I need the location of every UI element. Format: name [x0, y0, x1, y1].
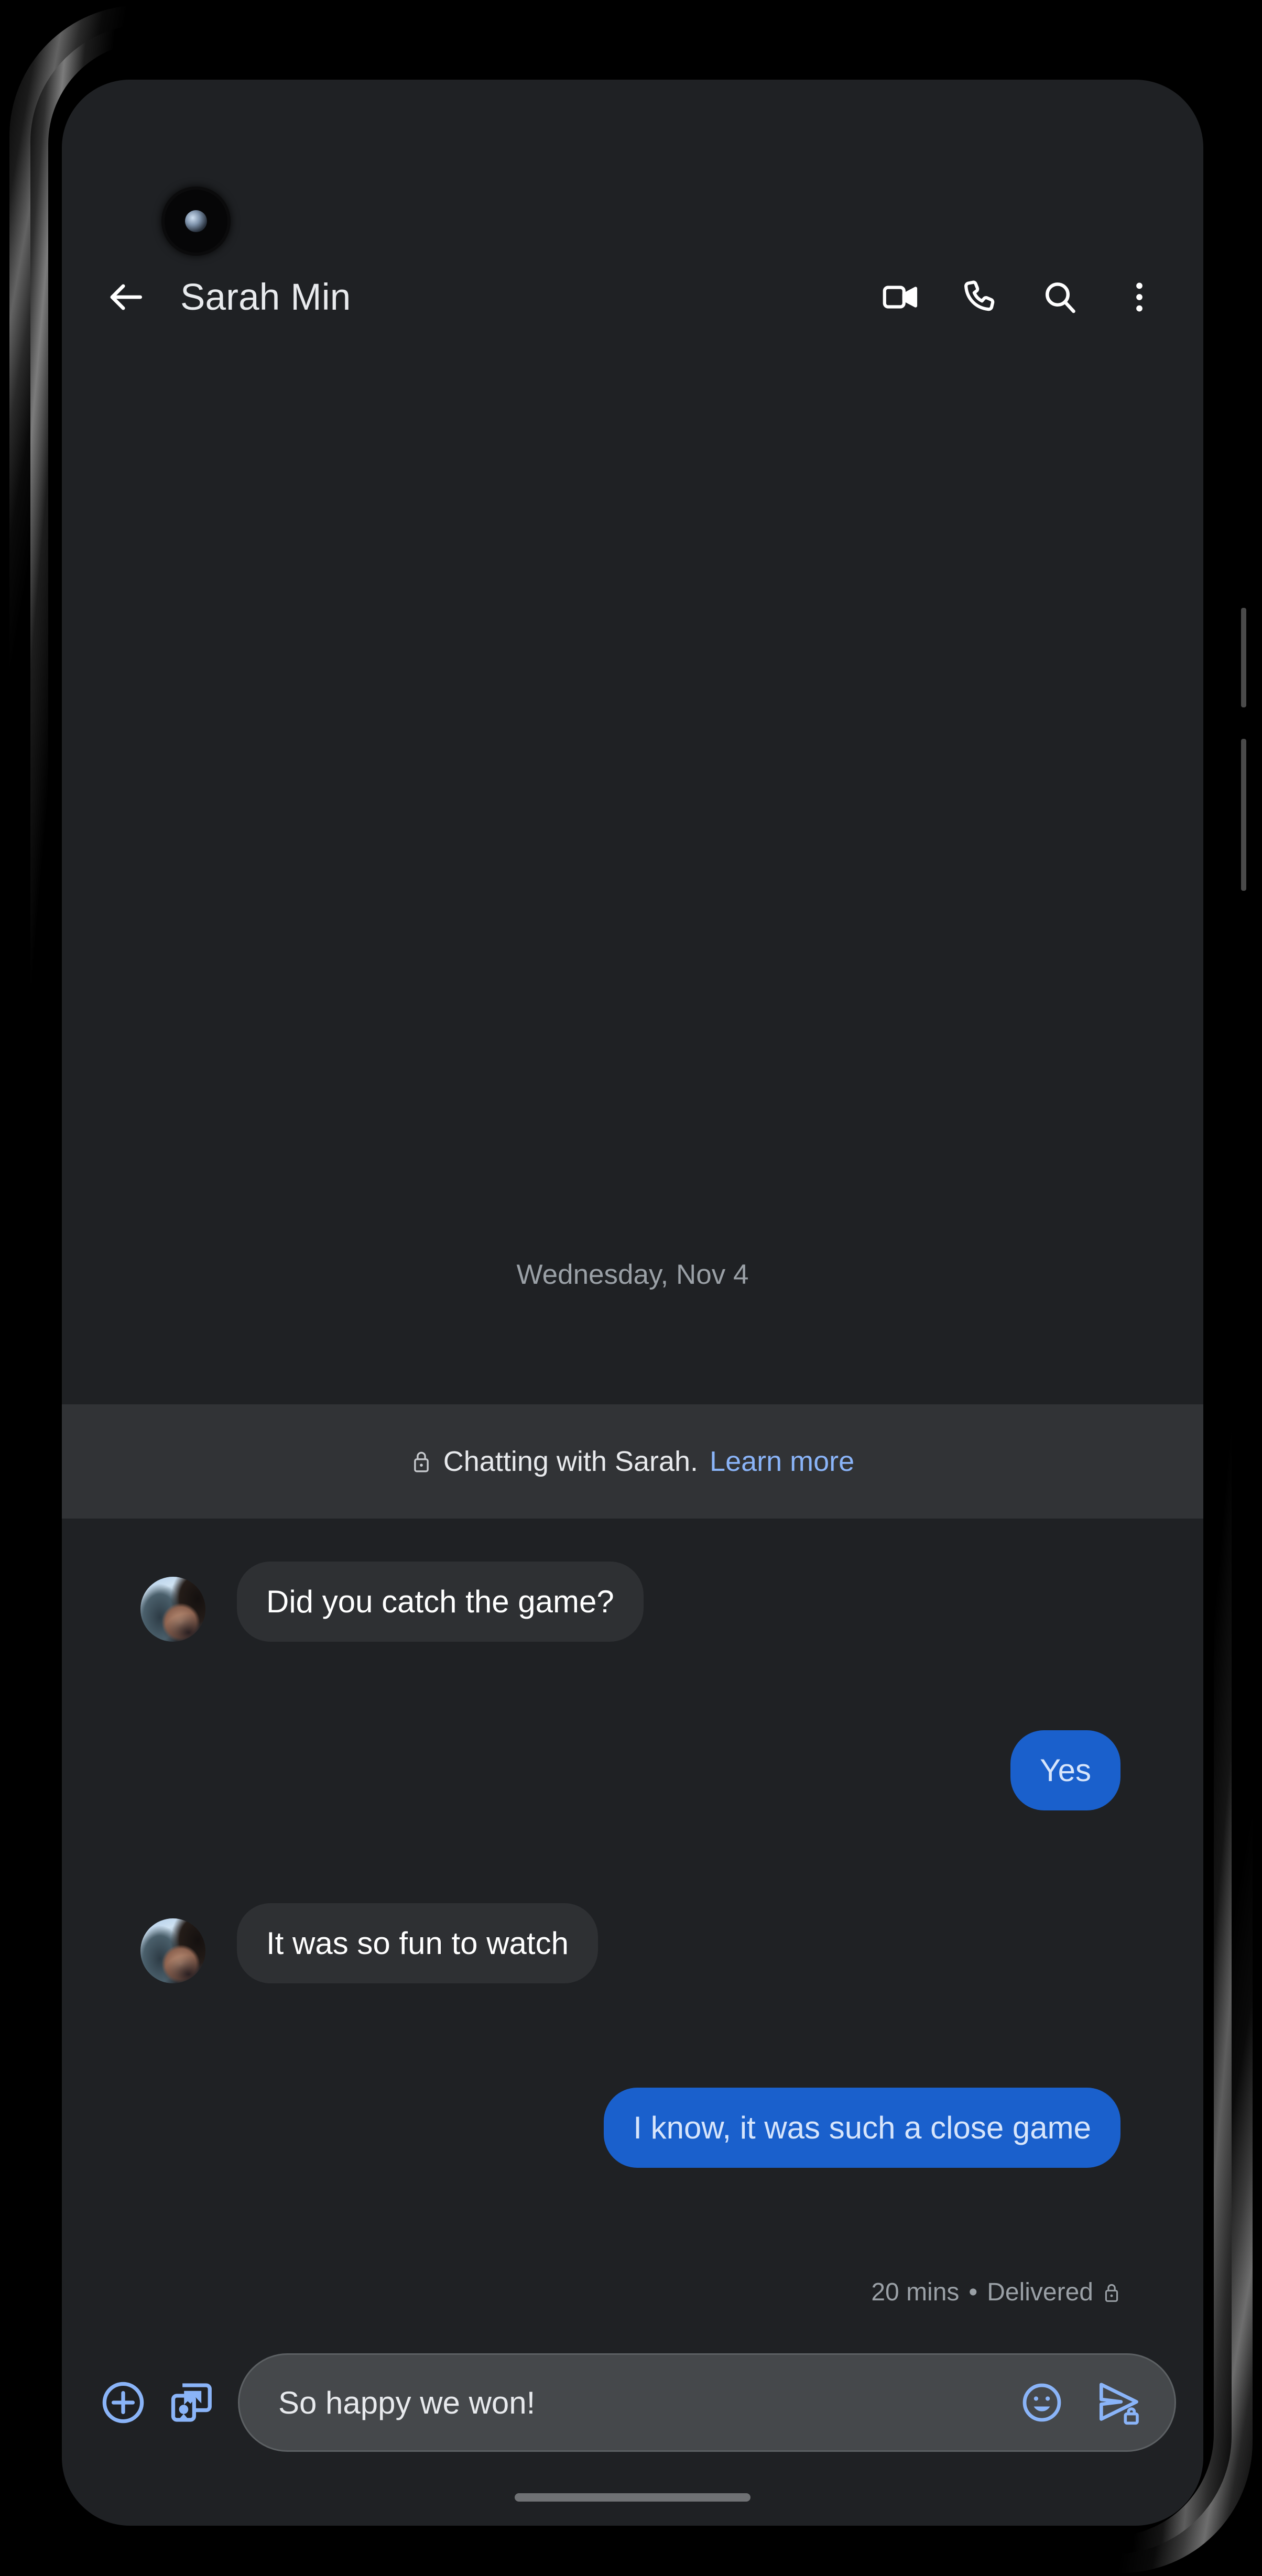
- message-thread[interactable]: Wednesday, Nov 4 Chatting with Sarah. Le…: [62, 347, 1203, 2348]
- power-button[interactable]: [1241, 739, 1246, 891]
- search-icon[interactable]: [1030, 268, 1089, 326]
- send-icon[interactable]: [1089, 2372, 1150, 2433]
- avatar: [140, 1577, 205, 1642]
- phone-screen: Sarah Min Wednesday, Nov 4 Chatting with…: [62, 80, 1203, 2526]
- message-bubble[interactable]: I know, it was such a close game: [604, 2088, 1120, 2168]
- message-row-outgoing[interactable]: Yes: [62, 1730, 1203, 1811]
- message-bubble[interactable]: It was so fun to watch: [237, 1903, 598, 1984]
- add-attachment-icon[interactable]: [89, 2368, 157, 2437]
- encryption-banner[interactable]: Chatting with Sarah. Learn more: [62, 1404, 1203, 1519]
- status-delivery-state: Delivered: [987, 2278, 1093, 2306]
- date-separator: Wednesday, Nov 4: [516, 1259, 749, 1290]
- home-gesture-bar[interactable]: [515, 2493, 750, 2502]
- encryption-banner-text: Chatting with Sarah.: [443, 1446, 699, 1477]
- camera-lens-icon: [185, 210, 207, 232]
- back-arrow-icon[interactable]: [96, 268, 155, 326]
- page-title: Sarah Min: [180, 276, 351, 318]
- emoji-icon[interactable]: [1011, 2372, 1073, 2433]
- status-timestamp: 20 mins: [871, 2278, 960, 2306]
- message-row-incoming[interactable]: It was so fun to watch: [62, 1903, 1203, 1984]
- avatar: [140, 1918, 205, 1984]
- learn-more-link[interactable]: Learn more: [710, 1445, 854, 1478]
- status-badge: 20 mins • Delivered: [871, 2278, 1120, 2307]
- message-bubble[interactable]: Yes: [1010, 1730, 1120, 1811]
- message-input-pill[interactable]: So happy we won!: [238, 2353, 1176, 2452]
- status-separator: •: [969, 2278, 978, 2306]
- front-camera-icon: [165, 190, 227, 253]
- video-call-icon[interactable]: [871, 268, 930, 326]
- message-composer: So happy we won!: [62, 2342, 1203, 2463]
- lock-icon: [414, 1451, 429, 1472]
- overflow-menu-icon[interactable]: [1110, 268, 1169, 326]
- phone-call-icon[interactable]: [951, 268, 1009, 326]
- message-row-incoming[interactable]: Did you catch the game?: [62, 1562, 1203, 1642]
- volume-button[interactable]: [1241, 608, 1246, 707]
- message-bubble[interactable]: Did you catch the game?: [237, 1562, 644, 1642]
- message-row-outgoing[interactable]: I know, it was such a close game: [62, 2088, 1203, 2168]
- app-bar: Sarah Min: [62, 247, 1203, 347]
- lock-icon: [1105, 2284, 1118, 2302]
- gallery-icon[interactable]: [157, 2368, 225, 2437]
- message-input[interactable]: So happy we won!: [278, 2385, 995, 2421]
